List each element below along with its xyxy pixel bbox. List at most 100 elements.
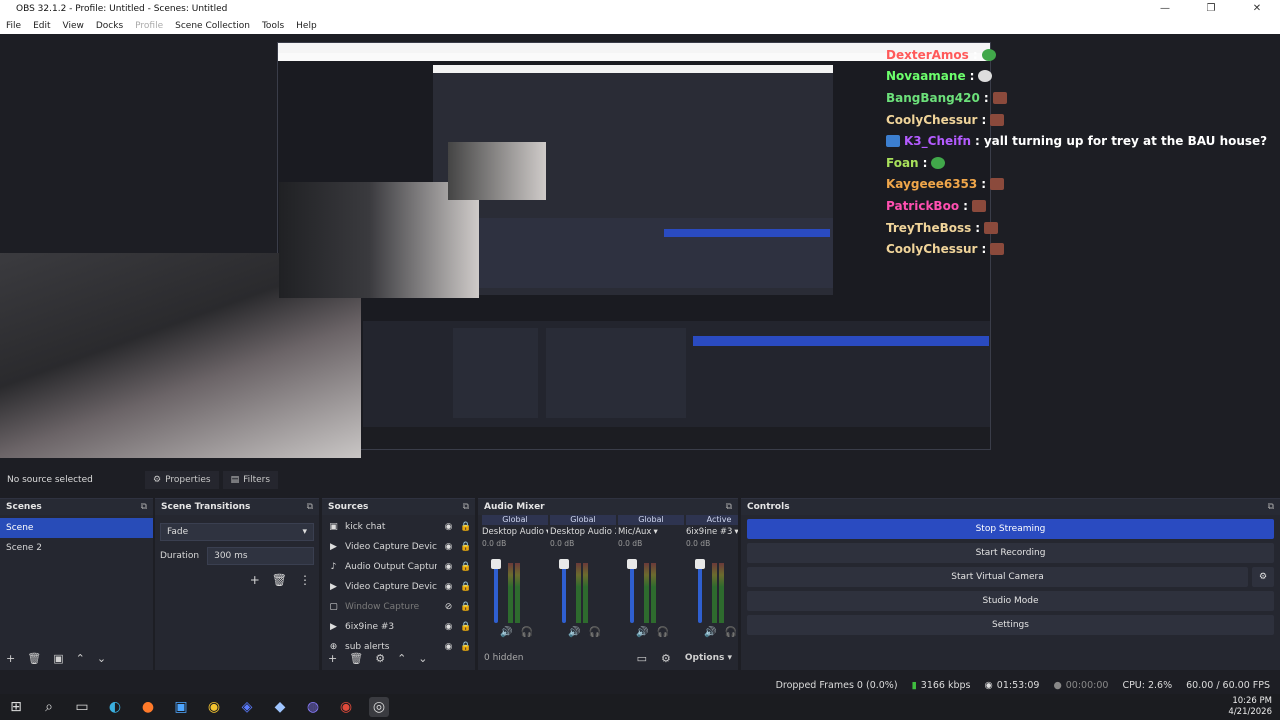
volume-fader[interactable]	[698, 563, 702, 623]
eye-icon[interactable]: ◉	[443, 582, 454, 592]
lock-icon[interactable]: 🔒	[460, 562, 471, 572]
firefox-icon[interactable]: ●	[138, 697, 158, 717]
eye-icon[interactable]: ◉	[443, 522, 454, 532]
menu-help[interactable]: Help	[290, 21, 323, 31]
program-preview[interactable]: DexterAmos: Novaamane: BangBang420: Cool…	[0, 34, 1280, 464]
chat-user: CoolyChessur	[886, 242, 978, 257]
trash-icon[interactable]: 🗑	[27, 652, 41, 665]
headphones-icon[interactable]: 🎧	[656, 627, 668, 638]
chat-line: Novaamane:	[886, 66, 1276, 88]
search-icon[interactable]: ⌕	[39, 697, 59, 717]
transition-select[interactable]: Fade ▾	[160, 523, 314, 541]
menu-profile[interactable]: Profile	[129, 21, 169, 31]
arrow-down-icon[interactable]: ⌄	[418, 652, 427, 665]
gear-icon[interactable]: ⚙	[661, 652, 671, 665]
start-virtual-camera-button[interactable]: Start Virtual Camera	[747, 567, 1248, 587]
headphones-icon[interactable]: 🎧	[724, 627, 736, 638]
channel-name[interactable]: Mic/Aux ▾	[618, 525, 684, 539]
studio-mode-button[interactable]: Studio Mode	[747, 591, 1274, 611]
fader-handle[interactable]	[627, 559, 637, 569]
chrome-icon[interactable]: ◉	[336, 697, 356, 717]
fader-handle[interactable]	[695, 559, 705, 569]
more-icon[interactable]: ⋮	[299, 573, 311, 587]
headphones-icon[interactable]: 🎧	[588, 627, 600, 638]
add-icon[interactable]: +	[6, 652, 15, 665]
virtual-camera-settings-button[interactable]: ⚙	[1252, 567, 1274, 587]
menu-docks[interactable]: Docks	[90, 21, 129, 31]
menu-edit[interactable]: Edit	[27, 21, 56, 31]
scene-item[interactable]: Scene 2	[0, 538, 153, 558]
eye-icon[interactable]: ◉	[443, 622, 454, 632]
fader-handle[interactable]	[559, 559, 569, 569]
chrome-icon[interactable]: ◉	[204, 697, 224, 717]
undock-icon[interactable]: ⧉	[1268, 502, 1274, 512]
close-icon[interactable]: ✕	[1234, 0, 1280, 17]
properties-button[interactable]: ⚙ Properties	[145, 471, 219, 489]
scene-item[interactable]: Scene	[0, 518, 153, 538]
options-button[interactable]: Options ▾	[685, 653, 732, 663]
source-item[interactable]: ♪ Audio Output Capture ◉ 🔒	[322, 557, 475, 577]
source-item[interactable]: ▢ Window Capture ⊘ 🔒	[322, 597, 475, 617]
speaker-icon[interactable]: 🔊	[500, 627, 512, 638]
edge-icon[interactable]: ◐	[105, 697, 125, 717]
menu-file[interactable]: File	[0, 21, 27, 31]
volume-fader[interactable]	[494, 563, 498, 623]
filters-button[interactable]: ▤ Filters	[222, 471, 279, 489]
arrow-down-icon[interactable]: ⌄	[97, 652, 106, 665]
eye-icon[interactable]: ◉	[443, 542, 454, 552]
menu-view[interactable]: View	[57, 21, 90, 31]
discord-icon[interactable]: ◍	[303, 697, 323, 717]
windows-start-icon[interactable]: ⊞	[6, 697, 26, 717]
minimize-icon[interactable]: —	[1142, 0, 1188, 17]
duration-input[interactable]: 300 ms	[207, 547, 314, 565]
undock-icon[interactable]: ⧉	[307, 502, 313, 512]
source-item[interactable]: ▶ Video Capture Device ◉ 🔒	[322, 537, 475, 557]
menu-tools[interactable]: Tools	[256, 21, 290, 31]
task-view-icon[interactable]: ▭	[72, 697, 92, 717]
obs-icon[interactable]: ◎	[369, 697, 389, 717]
arrow-up-icon[interactable]: ⌃	[397, 652, 406, 665]
level-meter	[712, 563, 717, 623]
source-item[interactable]: ▣ kick chat ◉ 🔒	[322, 517, 475, 537]
add-icon[interactable]: +	[328, 652, 337, 665]
steam-icon[interactable]: ◆	[270, 697, 290, 717]
bitrate: 3166 kbps	[920, 679, 971, 691]
eye-icon[interactable]: ◉	[443, 562, 454, 572]
undock-icon[interactable]: ⧉	[726, 502, 732, 512]
fader-handle[interactable]	[491, 559, 501, 569]
source-item[interactable]: ▶ 6ix9ine #3 ◉ 🔒	[322, 617, 475, 637]
speaker-icon[interactable]: 🔊	[568, 627, 580, 638]
stop-streaming-button[interactable]: Stop Streaming	[747, 519, 1274, 539]
speaker-icon[interactable]: 🔊	[704, 627, 716, 638]
undock-icon[interactable]: ⧉	[141, 502, 147, 512]
volume-fader[interactable]	[562, 563, 566, 623]
lock-icon[interactable]: 🔒	[460, 582, 471, 592]
filter-icon[interactable]: ▣	[53, 652, 63, 665]
arrow-up-icon[interactable]: ⌃	[76, 652, 85, 665]
transition-value: Fade	[167, 527, 189, 537]
store-icon[interactable]: ▣	[171, 697, 191, 717]
lock-icon[interactable]: 🔒	[460, 542, 471, 552]
lock-icon[interactable]: 🔒	[460, 522, 471, 532]
trash-icon[interactable]: 🗑	[272, 573, 287, 587]
source-item[interactable]: ▶ Video Capture Device ◉ 🔒	[322, 577, 475, 597]
gear-icon[interactable]: ⚙	[375, 652, 385, 665]
lock-icon[interactable]: 🔒	[460, 622, 471, 632]
layout-icon[interactable]: ▭	[637, 652, 647, 665]
maximize-icon[interactable]: ❐	[1188, 0, 1234, 17]
speaker-icon[interactable]: 🔊	[636, 627, 648, 638]
settings-button[interactable]: Settings	[747, 615, 1274, 635]
add-icon[interactable]: +	[250, 573, 260, 587]
menu-scene-collection[interactable]: Scene Collection	[169, 21, 256, 31]
undock-icon[interactable]: ⧉	[463, 502, 469, 512]
trash-icon[interactable]: 🗑	[349, 652, 363, 665]
volume-fader[interactable]	[630, 563, 634, 623]
channel-name[interactable]: 6ix9ine #3 ▾	[686, 525, 738, 539]
start-recording-button[interactable]: Start Recording	[747, 543, 1274, 563]
headphones-icon[interactable]: 🎧	[520, 627, 532, 638]
channel-name[interactable]: Desktop Audio▾	[482, 525, 548, 539]
app-icon[interactable]: ◈	[237, 697, 257, 717]
lock-icon[interactable]: 🔒	[460, 602, 471, 612]
eye-hidden-icon[interactable]: ⊘	[443, 602, 454, 612]
channel-name[interactable]: Desktop Audio 2▾	[550, 525, 616, 539]
